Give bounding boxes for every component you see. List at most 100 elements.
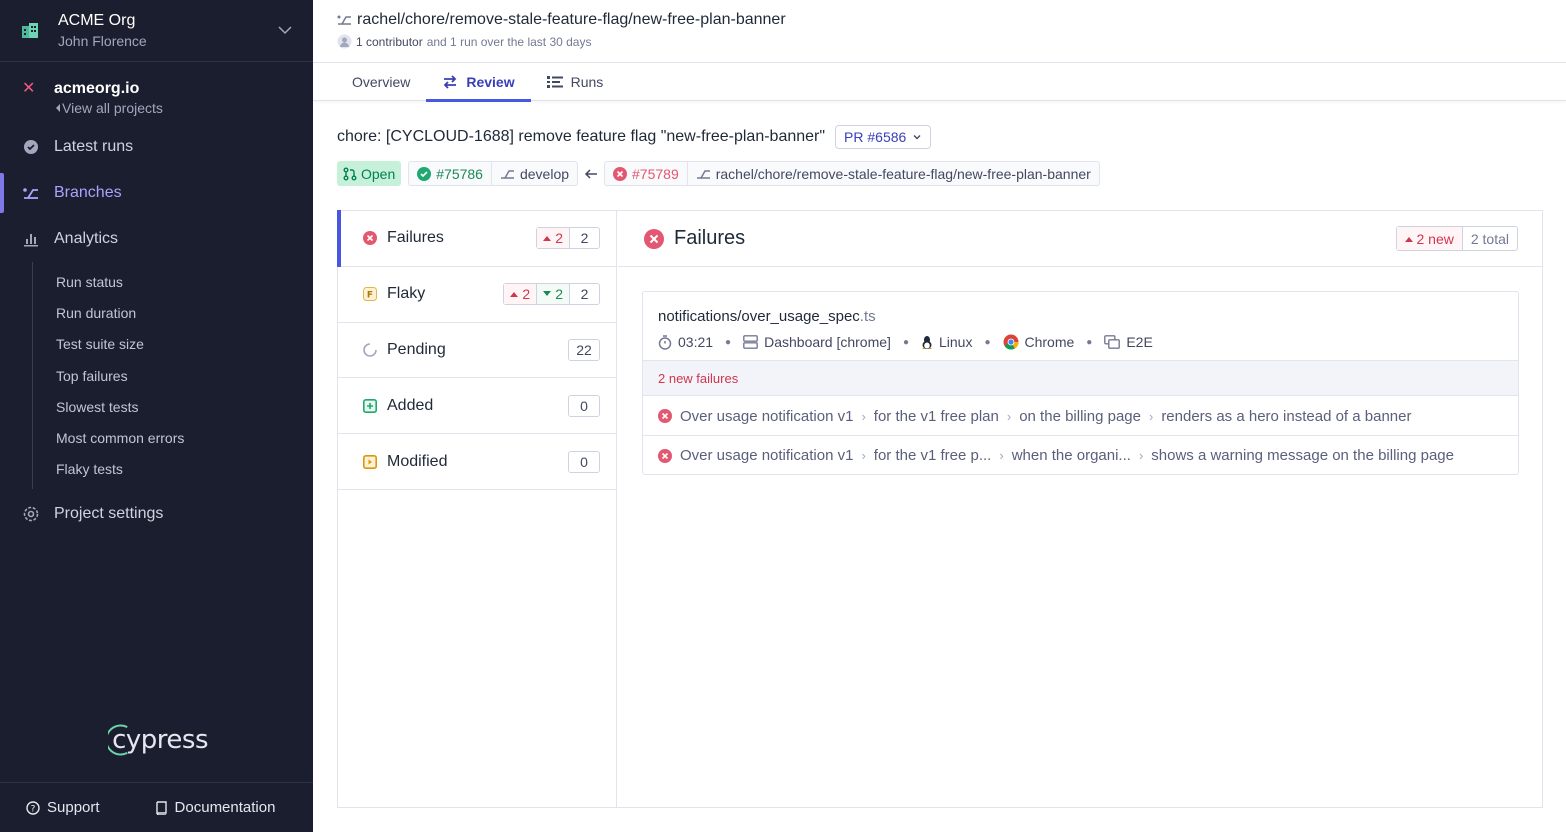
tab-runs[interactable]: Runs	[531, 63, 620, 101]
check-circle-icon	[22, 138, 40, 156]
nav-project-settings[interactable]: Project settings	[0, 491, 313, 537]
bar-chart-icon	[22, 230, 40, 248]
view-all-projects-label: View all projects	[62, 100, 163, 116]
org-switcher[interactable]: ACME Org John Florence	[0, 0, 313, 62]
failed-x-icon	[658, 448, 672, 463]
category-pending-label: Pending	[387, 340, 446, 358]
pending-total-count: 22	[576, 341, 592, 358]
subnav-most-common-errors[interactable]: Most common errors	[33, 422, 313, 453]
tab-overview[interactable]: Overview	[337, 63, 426, 101]
contributors-count[interactable]: 1 contributor	[356, 35, 423, 49]
chevron-right-icon: ›	[1148, 408, 1154, 424]
category-modified[interactable]: Modified 0	[338, 434, 616, 490]
pr-status-badge: Open	[337, 161, 402, 186]
spec-os-value: Linux	[938, 334, 973, 350]
arrow-left-icon	[584, 168, 598, 179]
category-flaky[interactable]: F Flaky 2 2 2	[338, 267, 616, 323]
base-run-link[interactable]: #75786	[409, 162, 491, 185]
nav-analytics[interactable]: Analytics	[0, 216, 313, 262]
failed-x-icon	[613, 166, 628, 181]
category-pending[interactable]: Pending 22	[338, 323, 616, 379]
sidebar: ACME Org John Florence ✕ acmeorg.io View…	[0, 0, 313, 832]
spec-group: Dashboard [chrome]	[743, 334, 891, 350]
view-all-projects-link[interactable]: View all projects	[54, 99, 163, 117]
subnav-flaky-tests[interactable]: Flaky tests	[33, 454, 313, 485]
failures-detail: Failures 2 new 2 total notifications/ove…	[618, 211, 1542, 807]
pr-title: chore: [CYCLOUD-1688] remove feature fla…	[337, 128, 826, 145]
meta-separator: ●	[984, 336, 991, 348]
nav-branches[interactable]: Branches	[0, 170, 313, 216]
caret-left-icon	[56, 104, 60, 112]
spec-testing-type: E2E	[1104, 334, 1153, 350]
test-row[interactable]: Over usage notification v1 › for the v1 …	[643, 397, 1518, 436]
failures-detail-counts: 2 new 2 total	[1395, 226, 1518, 251]
project-header: ✕ acmeorg.io View all projects	[0, 62, 313, 118]
runs-summary: and 1 run over the last 30 days	[426, 34, 592, 49]
test-row[interactable]: Over usage notification v1 › for the v1 …	[643, 436, 1518, 475]
nav-latest-runs[interactable]: Latest runs	[0, 124, 313, 170]
chevron-right-icon: ›	[1138, 448, 1144, 463]
nav-branches-label: Branches	[54, 184, 122, 201]
pr-dropdown[interactable]: PR #6586	[835, 125, 932, 149]
tab-review[interactable]: Review	[426, 63, 531, 102]
category-list: Failures 2 2 F Flaky 2 2 2 Pending 22 Ad…	[337, 210, 617, 807]
gear-icon	[22, 505, 40, 523]
subnav-test-suite-size[interactable]: Test suite size	[33, 329, 313, 360]
chevron-right-icon: ›	[999, 448, 1004, 463]
test-crumb: for the v1 free p...	[873, 447, 992, 464]
branch-header: rachel/chore/remove-stale-feature-flag/n…	[313, 0, 1566, 63]
pr-status-label: Open	[361, 165, 396, 182]
list-icon	[546, 76, 563, 88]
subnav-top-failures[interactable]: Top failures	[33, 360, 313, 391]
analytics-subnav: Run status Run duration Test suite size …	[32, 262, 313, 490]
plus-square-icon	[362, 398, 378, 414]
subnav-slowest-tests[interactable]: Slowest tests	[33, 391, 313, 422]
pr-number: PR #6586	[844, 129, 907, 145]
failures-detail-new: 2 new	[1396, 227, 1462, 250]
modified-square-icon	[362, 454, 378, 470]
test-crumb: Over usage notification v1	[680, 407, 854, 425]
question-circle-icon: ?	[26, 800, 40, 815]
spec-duration-value: 03:21	[678, 334, 714, 350]
caret-up-icon	[1404, 236, 1413, 242]
meta-separator: ●	[725, 336, 732, 348]
nav-latest-runs-label: Latest runs	[54, 138, 134, 155]
spec-name[interactable]: notifications/over_usage_spec.ts	[658, 308, 876, 325]
chevron-down-icon	[278, 26, 292, 35]
added-counts: 0	[568, 394, 600, 417]
subnav-run-duration[interactable]: Run duration	[33, 297, 313, 328]
spec-browser: Chrome	[1003, 334, 1074, 350]
passed-check-icon	[417, 166, 432, 181]
spec-os: Linux	[921, 334, 972, 350]
caret-down-icon	[543, 291, 552, 297]
category-added[interactable]: Added 0	[338, 378, 616, 435]
support-link[interactable]: ? Support	[26, 799, 100, 816]
chevron-right-icon: ›	[861, 448, 866, 463]
base-branch-name: develop	[519, 165, 570, 182]
modified-counts: 0	[568, 450, 600, 473]
org-user: John Florence	[58, 32, 147, 49]
head-run-number: #75789	[632, 165, 679, 182]
failed-x-icon	[658, 409, 672, 423]
category-failures[interactable]: Failures 2 2	[337, 210, 616, 267]
head-run-link[interactable]: #75789	[605, 162, 687, 185]
base-branch[interactable]: develop	[490, 162, 577, 185]
failures-detail-new-value: 2 new	[1416, 230, 1454, 247]
spec-duration: 03:21	[658, 334, 713, 350]
flaky-resolved-value: 2	[555, 286, 563, 303]
chrome-icon	[1003, 334, 1019, 350]
subnav-run-status[interactable]: Run status	[33, 266, 313, 297]
flaky-new-count: 2	[504, 284, 537, 305]
branch-name: rachel/chore/remove-stale-feature-flag/n…	[357, 11, 786, 28]
branch-tabs: Overview Review Runs	[313, 63, 1566, 102]
flaky-total-count: 2	[569, 284, 599, 305]
tab-review-label: Review	[466, 74, 515, 90]
head-branch[interactable]: rachel/chore/remove-stale-feature-flag/n…	[686, 162, 1099, 185]
arrows-swap-icon	[444, 75, 457, 89]
category-added-label: Added	[387, 396, 434, 414]
nav-analytics-label: Analytics	[54, 230, 119, 247]
sidebar-footer: ? Support Documentation	[0, 782, 313, 832]
documentation-link[interactable]: Documentation	[154, 799, 275, 816]
category-flaky-label: Flaky	[387, 285, 426, 303]
failures-total-count: 2	[569, 228, 599, 249]
